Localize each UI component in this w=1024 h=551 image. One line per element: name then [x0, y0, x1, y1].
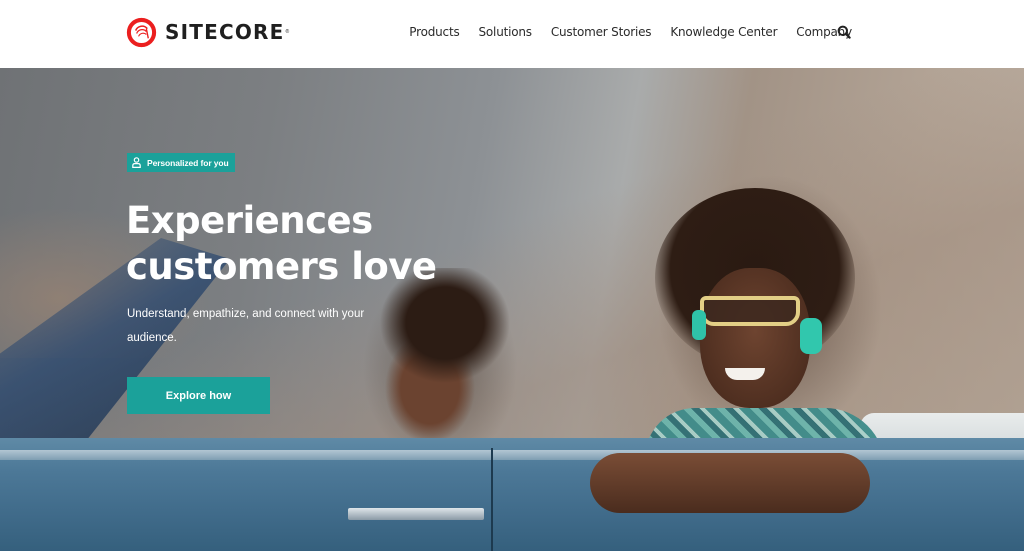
search-icon[interactable] [837, 25, 851, 39]
hero-car-trim [0, 450, 1024, 460]
nav-item-customer-stories[interactable]: Customer Stories [551, 25, 652, 39]
man-arm [590, 453, 870, 513]
man-face [700, 268, 810, 408]
car-door-split [491, 448, 493, 551]
hero-title-line-2: customers love [126, 245, 437, 288]
explore-how-button[interactable]: Explore how [127, 377, 270, 414]
hero-image-woman [370, 268, 510, 448]
main-nav: Products Solutions Customer Stories Know… [409, 22, 852, 42]
hero-subtitle: Understand, empathize, and connect with … [127, 308, 365, 344]
personalized-badge: Personalized for you [127, 153, 235, 172]
car-door-handle [348, 508, 484, 520]
sitecore-logo[interactable]: SITECORE ® [126, 16, 289, 48]
user-icon [132, 157, 141, 168]
badge-label: Personalized for you [147, 157, 229, 168]
headphones-right [800, 318, 822, 354]
logo-wordmark: SITECORE [165, 20, 285, 44]
nav-item-knowledge-center[interactable]: Knowledge Center [670, 25, 777, 39]
hero-title-line-1: Experiences [126, 199, 373, 242]
site-header: SITECORE ® Products Solutions Customer S… [0, 0, 1024, 68]
sitecore-logo-icon [126, 17, 157, 47]
man-sunglasses [700, 296, 800, 326]
headphones-left [692, 310, 706, 340]
man-smile [725, 368, 765, 380]
registered-mark: ® [285, 29, 290, 35]
nav-item-solutions[interactable]: Solutions [479, 25, 533, 39]
hero-title: Experiences customers love [126, 198, 486, 290]
nav-item-products[interactable]: Products [409, 25, 459, 39]
